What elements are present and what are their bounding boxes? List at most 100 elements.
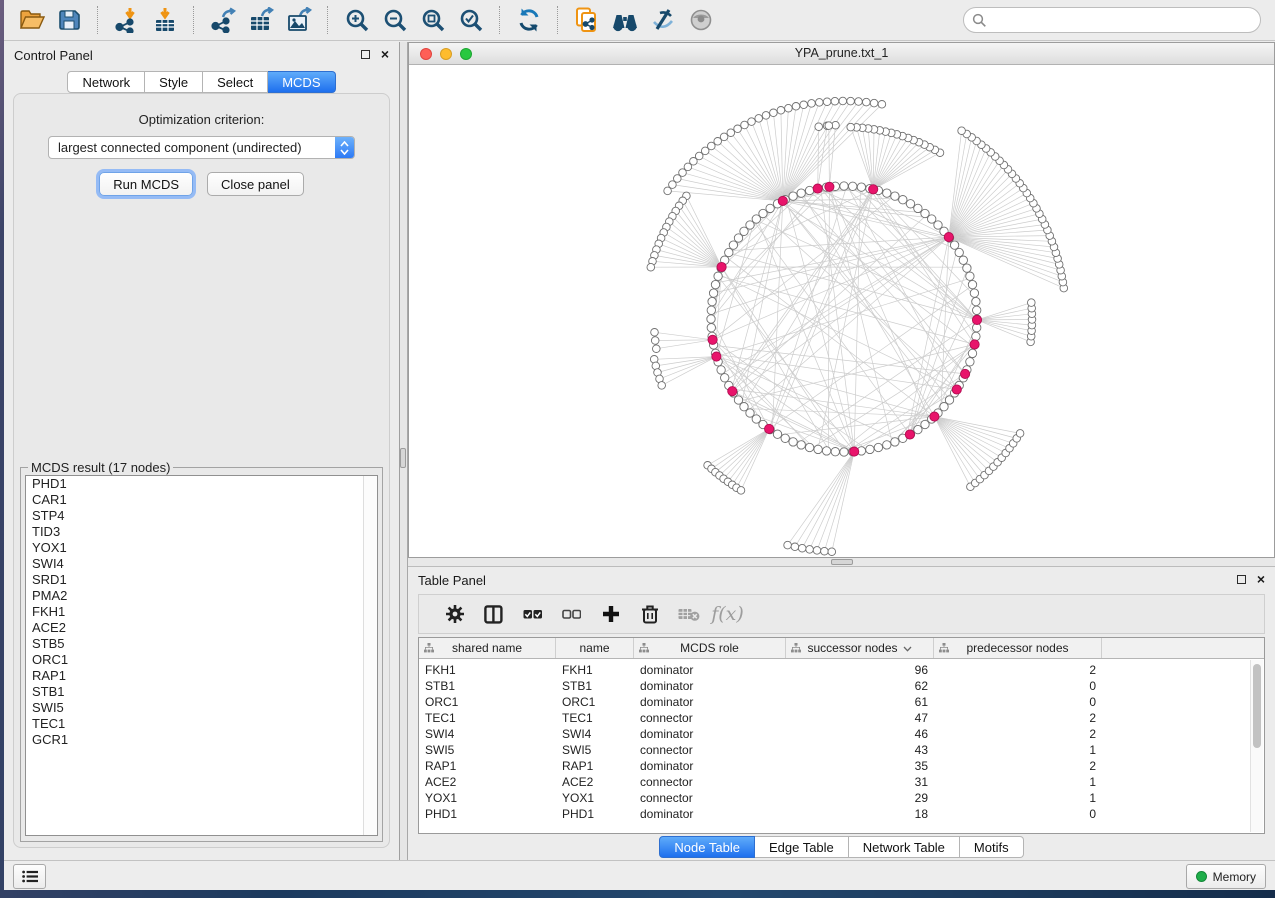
delete-table-button[interactable] [669,598,708,630]
mcds-result-list[interactable]: PHD1CAR1STP4TID3YOX1SWI4SRD1PMA2FKH1ACE2… [25,475,378,836]
search-input[interactable] [987,12,1260,28]
run-mcds-button[interactable]: Run MCDS [99,172,193,196]
node-table[interactable]: shared name name MCDS rolesuccessor nodesp… [418,637,1265,834]
import-network-from-file-button[interactable] [108,3,146,37]
column-header-mcds-role[interactable]: MCDS role [634,638,786,658]
mcds-result-item[interactable]: STB1 [26,684,377,700]
tab-network[interactable]: Network [67,71,145,93]
table-row[interactable]: SWI4SWI4dominator462 [419,726,1264,742]
scrollbar-thumb[interactable] [1253,664,1261,748]
tab-style[interactable]: Style [145,71,203,93]
hide-selected-button[interactable] [644,3,682,37]
tab-node-table[interactable]: Node Table [659,836,755,858]
table-row[interactable]: STB1STB1dominator620 [419,678,1264,694]
select-all-button[interactable] [513,598,552,630]
mcds-result-item[interactable]: SWI5 [26,700,377,716]
column-header-shared-name[interactable]: shared name [419,638,556,658]
table-row[interactable]: TEC1TEC1connector472 [419,710,1264,726]
cell-name: ORC1 [556,695,634,709]
task-history-button[interactable] [13,864,46,889]
mcds-result-item[interactable]: STB5 [26,636,377,652]
tab-select[interactable]: Select [203,71,268,93]
network-canvas[interactable] [409,64,1274,557]
mcds-result-item[interactable]: GCR1 [26,732,377,748]
table-panel: Table Panel × [408,566,1275,860]
memory-button[interactable]: Memory [1186,864,1266,889]
column-label: name [579,641,609,655]
import-table-from-file-button[interactable] [146,3,184,37]
horizontal-splitter[interactable] [408,558,1275,566]
cell-name: ACE2 [556,775,634,789]
column-header-successor-nodes[interactable]: successor nodes [786,638,934,658]
show-all-button[interactable] [682,3,720,37]
zoom-out-button[interactable] [376,3,414,37]
splitter-handle[interactable] [831,559,853,565]
tab-mcds[interactable]: MCDS [268,71,335,93]
tab-network-table[interactable]: Network Table [849,836,960,858]
column-header-predecessor-nodes[interactable]: predecessor nodes [934,638,1102,658]
tab-edge-table[interactable]: Edge Table [755,836,849,858]
mcds-result-item[interactable]: TID3 [26,524,377,540]
table-row[interactable]: YOX1YOX1connector291 [419,790,1264,806]
cell-shared-name: SWI5 [419,743,556,757]
network-from-document-button[interactable] [568,3,606,37]
search-box[interactable] [963,7,1261,33]
open-session-button[interactable] [12,3,50,37]
network-window-titlebar[interactable]: YPA_prune.txt_1 [409,43,1274,65]
cell-mcds-role: connector [634,791,786,805]
column-header-name[interactable]: name [556,638,634,658]
export-network-icon [210,7,237,33]
add-column-button[interactable] [591,598,630,630]
mcds-result-item[interactable]: SWI4 [26,556,377,572]
table-settings-button[interactable] [435,598,474,630]
export-image-button[interactable] [280,3,318,37]
show-columns-button[interactable] [474,598,513,630]
splitter-handle[interactable] [400,448,406,468]
table-row[interactable]: PHD1PHD1dominator180 [419,806,1264,822]
float-panel-icon[interactable] [361,50,370,59]
mcds-result-item[interactable]: SRD1 [26,572,377,588]
close-panel-icon[interactable]: × [381,49,389,59]
close-panel-button[interactable]: Close panel [207,172,304,196]
table-row[interactable]: RAP1RAP1dominator352 [419,758,1264,774]
mcds-result-item[interactable]: ORC1 [26,652,377,668]
mcds-result-item[interactable]: PHD1 [26,476,377,492]
function-builder-button[interactable]: f(x) [708,598,747,630]
tab-motifs[interactable]: Motifs [960,836,1024,858]
mcds-result-item[interactable]: RAP1 [26,668,377,684]
column-type-icon [639,643,649,653]
deselect-all-button[interactable] [552,598,591,630]
table-scrollbar[interactable] [1250,660,1263,832]
float-panel-icon[interactable] [1237,575,1246,584]
cell-mcds-role: dominator [634,759,786,773]
list-scrollbar[interactable] [363,476,377,835]
mcds-result-item[interactable]: PMA2 [26,588,377,604]
delete-column-button[interactable] [630,598,669,630]
optimization-criterion-select[interactable]: largest connected component (undirected) [48,136,355,159]
table-row[interactable]: ORC1ORC1dominator610 [419,694,1264,710]
zoom-selected-button[interactable] [452,3,490,37]
mcds-result-item[interactable]: TEC1 [26,716,377,732]
table-row[interactable]: SWI5SWI5connector431 [419,742,1264,758]
refresh-layout-icon [516,7,542,33]
mcds-result-item[interactable]: STP4 [26,508,377,524]
mcds-result-item[interactable]: CAR1 [26,492,377,508]
export-table-button[interactable] [242,3,280,37]
zoom-in-button[interactable] [338,3,376,37]
zoom-fit-button[interactable] [414,3,452,37]
export-network-button[interactable] [204,3,242,37]
table-row[interactable]: FKH1FKH1dominator962 [419,662,1264,678]
mcds-result-item[interactable]: ACE2 [26,620,377,636]
search-network-button[interactable] [606,3,644,37]
vertical-splitter[interactable] [400,42,408,860]
network-title: YPA_prune.txt_1 [409,46,1274,60]
mcds-result-item[interactable]: YOX1 [26,540,377,556]
network-graph[interactable] [409,64,1275,558]
table-row[interactable]: ACE2ACE2connector311 [419,774,1264,790]
save-session-button[interactable] [50,3,88,37]
mcds-result-item[interactable]: FKH1 [26,604,377,620]
cell-mcds-role: connector [634,743,786,757]
cell-successor-nodes: 29 [786,791,934,805]
apply-preferred-layout-button[interactable] [510,3,548,37]
close-panel-icon[interactable]: × [1257,574,1265,584]
